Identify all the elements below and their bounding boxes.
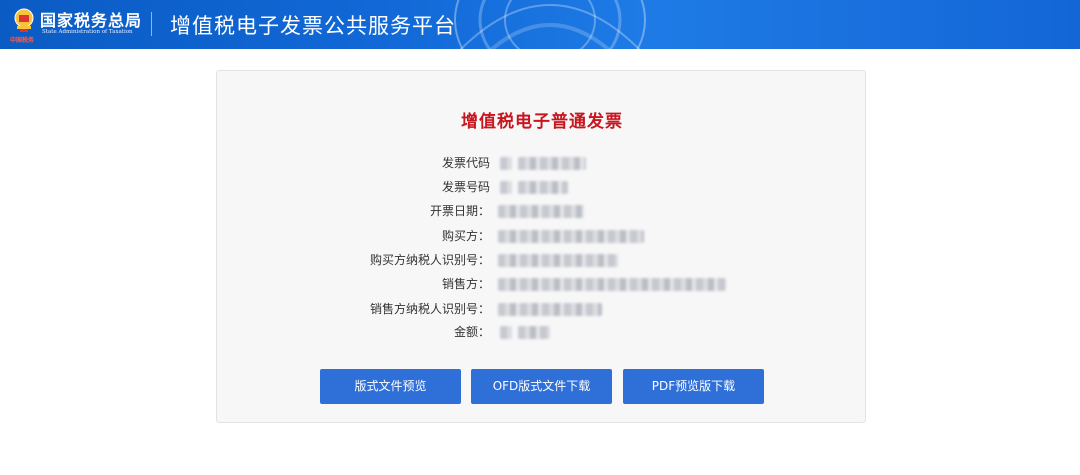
header-divider <box>151 12 152 36</box>
field-label: 发票号码 <box>441 180 490 194</box>
brand-seal-text: 中国税务 <box>10 37 35 44</box>
brand-name: 国家税务总局 <box>40 11 143 30</box>
platform-title: 增值税电子发票公共服务平台 <box>170 14 456 38</box>
field-label: 发票代码 <box>441 156 490 170</box>
field-label: 销售方： <box>441 277 490 291</box>
pdf-download-button[interactable]: PDF预览版下载 <box>623 369 764 404</box>
field-label: 销售方纳税人识别号： <box>369 302 490 316</box>
field-row-issue-date: 开票日期： <box>217 202 867 222</box>
layout-file-preview-button[interactable]: 版式文件预览 <box>320 369 461 404</box>
field-label: 金额： <box>453 325 490 339</box>
top-header-bar: 国家税务总局 State Administration of Taxation … <box>0 0 1080 49</box>
field-row-seller: 销售方： <box>217 275 867 295</box>
invoice-title: 增值税电子普通发票 <box>461 112 623 132</box>
field-label: 购买方： <box>441 229 490 243</box>
field-row-invoice-number: 发票号码 <box>217 178 867 198</box>
field-row-seller-tax-id: 销售方纳税人识别号： <box>217 300 867 320</box>
field-row-invoice-code: 发票代码 <box>217 154 867 174</box>
ofd-download-button[interactable]: OFD版式文件下载 <box>471 369 612 404</box>
tax-emblem-icon <box>14 8 34 32</box>
field-label: 购买方纳税人识别号： <box>369 253 490 267</box>
field-row-amount: 金额： <box>217 323 867 343</box>
field-label: 开票日期： <box>429 204 490 218</box>
brand-english-name: State Administration of Taxation <box>42 29 133 35</box>
invoice-card: 增值税电子普通发票 发票代码 发票号码 开票日期： 购买方： 购买方纳税人识别号… <box>216 70 866 423</box>
field-row-buyer-tax-id: 购买方纳税人识别号： <box>217 251 867 271</box>
field-row-buyer: 购买方： <box>217 227 867 247</box>
decorative-globe-graphic <box>454 0 646 49</box>
